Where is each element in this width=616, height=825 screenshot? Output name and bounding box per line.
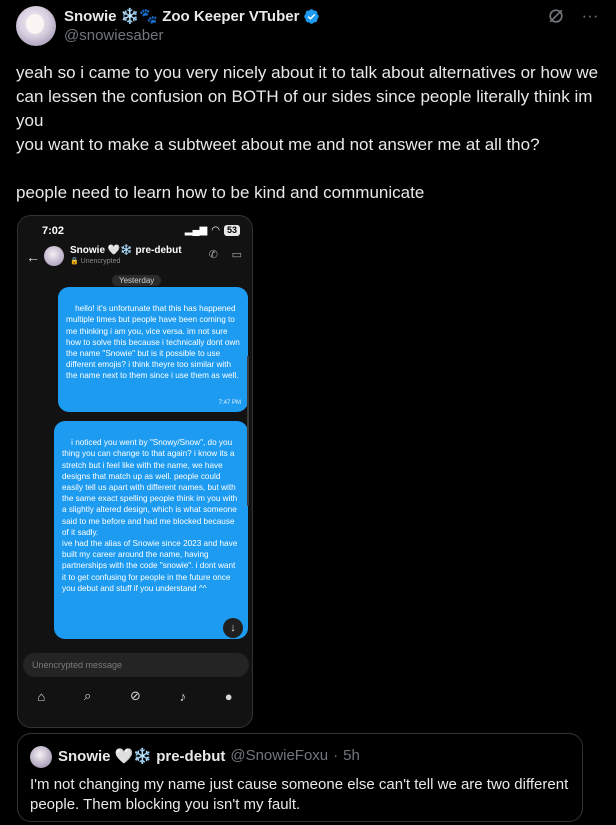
author-avatar[interactable] <box>16 6 56 46</box>
battery-icon: 53 <box>223 225 240 236</box>
chat-message-input: Unencrypted message <box>23 653 249 677</box>
tweet-header: Snowie ❄️🐾 Zoo Keeper VTuber @snowiesabe… <box>16 6 600 50</box>
day-label: Yesterday <box>112 275 162 286</box>
messages-icon: ● <box>224 688 233 704</box>
more-icon[interactable]: ··· <box>580 6 600 26</box>
chat-contact-status: 🔒 Unencrypted <box>70 258 121 265</box>
author-handle[interactable]: @snowiesaber <box>64 27 163 44</box>
message-bubble: i noticed you went by "Snowy/Snow", do y… <box>54 421 248 639</box>
search-icon: ⌕ <box>83 688 92 703</box>
tweet-media-screenshot[interactable]: 7:02 ▂▄▆ ◠ 53 ← Snowie 🤍❄️ pre-debut 🔒 U… <box>17 215 253 728</box>
back-arrow-icon: ← <box>26 249 40 265</box>
author-display-name[interactable]: Snowie ❄️🐾 Zoo Keeper VTuber <box>64 7 299 25</box>
chat-contact-name: Snowie 🤍❄️ pre-debut <box>70 245 182 256</box>
quoted-author-avatar <box>30 746 52 768</box>
quoted-time: 5h <box>343 747 360 764</box>
notifications-icon: ♪ <box>179 688 187 704</box>
author-name-row[interactable]: Snowie ❄️🐾 Zoo Keeper VTuber <box>64 6 320 26</box>
tweet-text: yeah so i came to you very nicely about … <box>16 63 599 202</box>
phone-signal: ▂▄▆ ◠ 53 <box>185 225 240 236</box>
wifi-icon: ◠ <box>211 225 220 236</box>
phone-status-bar: 7:02 ▂▄▆ ◠ 53 <box>18 216 252 244</box>
message-bubble: hello! it's unfortunate that this has ha… <box>58 287 248 412</box>
quoted-author-name: Snowie 🤍❄️ pre-debut <box>58 748 226 765</box>
phone-call-icon: ✆ <box>208 249 218 261</box>
phone-bottom-nav: ⌂ ⌕ ⊘ ♪ ● <box>18 684 252 708</box>
message-time: 7:47 PM <box>218 399 241 406</box>
verified-badge-icon <box>304 8 320 24</box>
phone-time: 7:02 <box>42 225 65 237</box>
scroll-down-icon: ↓ <box>223 618 243 638</box>
message-text: i noticed you went by "Snowy/Snow", do y… <box>62 438 238 593</box>
quoted-tweet-header: Snowie 🤍❄️ pre-debut @SnowieFoxu · 5h <box>58 747 360 765</box>
quoted-tweet[interactable]: Snowie 🤍❄️ pre-debut @SnowieFoxu · 5h I'… <box>17 733 583 822</box>
message-text: hello! it's unfortunate that this has ha… <box>66 304 243 381</box>
home-icon: ⌂ <box>37 688 46 704</box>
grok-icon[interactable] <box>546 6 566 26</box>
signal-icon: ▂▄▆ <box>184 225 208 236</box>
quoted-tweet-text: I'm not changing my name just cause some… <box>30 776 569 813</box>
chat-contact-avatar <box>44 246 64 266</box>
quoted-separator: · <box>333 747 339 764</box>
header-actions: ··· <box>546 6 600 26</box>
video-call-icon: ▭ <box>231 249 242 261</box>
grok-icon: ⊘ <box>129 688 141 703</box>
quoted-author-handle: @SnowieFoxu <box>230 747 329 764</box>
chat-scrollbar <box>247 356 249 506</box>
